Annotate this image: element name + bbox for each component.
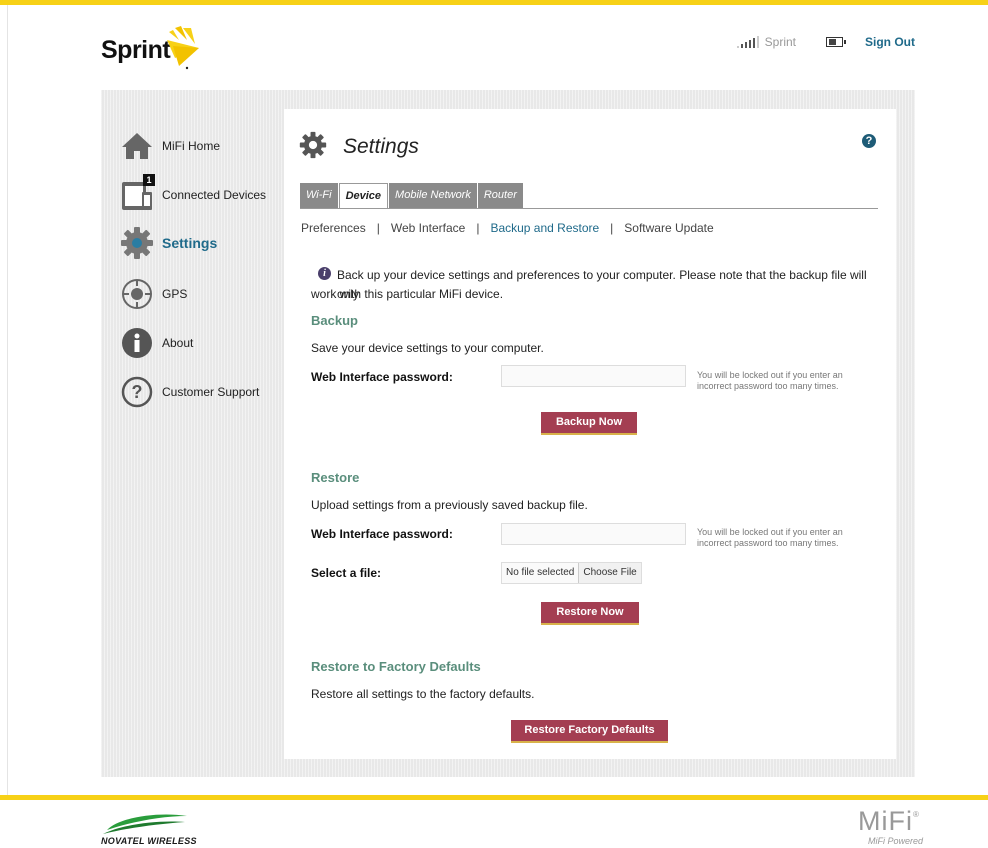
gear-icon (120, 226, 154, 260)
sidebar-item-label: Connected Devices (162, 188, 267, 202)
tab-router[interactable]: Router (477, 183, 523, 208)
file-picker[interactable]: No file selected Choose File (501, 562, 642, 584)
sidebar-item-about[interactable]: About (120, 326, 193, 360)
sprint-wing-icon (167, 26, 199, 70)
restore-lockout-note: You will be locked out if you enter an i… (697, 527, 843, 548)
mifi-powered-text: MiFi Powered (868, 836, 924, 846)
sprint-logo[interactable]: Sprint (101, 26, 221, 76)
factory-heading: Restore to Factory Defaults (311, 659, 481, 674)
file-status: No file selected (506, 567, 575, 578)
restore-password-label: Web Interface password: (311, 527, 453, 541)
battery-icon (826, 37, 846, 47)
devices-icon: 1 (120, 174, 155, 212)
sidebar-item-label: MiFi Home (162, 139, 221, 153)
backup-password-input[interactable] (501, 365, 686, 387)
sprint-logo-text: Sprint (101, 36, 171, 64)
subnav-preferences[interactable]: Preferences (301, 221, 366, 235)
svg-text:?: ? (132, 382, 143, 402)
factory-description: Restore all settings to the factory defa… (311, 687, 535, 701)
subnav-web-interface[interactable]: Web Interface (391, 221, 465, 235)
signal-strength-icon (736, 36, 759, 48)
info-icon (120, 326, 154, 360)
sidebar-item-label: Customer Support (162, 385, 260, 399)
settings-title-gear-icon (299, 131, 327, 159)
tab-mobile-network[interactable]: Mobile Network (389, 183, 477, 208)
sidebar-item-label: About (162, 336, 194, 350)
settings-tabs: Wi-Fi Device Mobile Network Router (300, 183, 524, 209)
sidebar-item-label: GPS (162, 287, 188, 301)
novatel-logo: NOVATEL WIRELESS (101, 810, 211, 848)
home-icon (120, 129, 154, 163)
backup-password-label: Web Interface password: (311, 370, 453, 384)
select-file-label: Select a file: (311, 566, 382, 580)
backup-lockout-note: You will be locked out if you enter an i… (697, 370, 843, 391)
info-circle-icon: i (318, 267, 331, 280)
sidebar-item-gps[interactable]: GPS (120, 277, 187, 311)
top-accent-bar (0, 0, 988, 5)
mifi-registered-mark: ® (912, 810, 920, 819)
restore-password-input[interactable] (501, 523, 686, 545)
header-status: Sprint Sign Out (736, 34, 915, 50)
subnav-separator: | (376, 221, 380, 235)
sidebar-item-mifi-home[interactable]: MiFi Home (120, 129, 220, 163)
sign-out-link[interactable]: Sign Out (865, 35, 915, 49)
subnav-backup-and-restore[interactable]: Backup and Restore (490, 221, 599, 235)
choose-file-button[interactable]: Choose File (578, 563, 641, 583)
info-message-line2: work with this particular MiFi device. (311, 287, 504, 301)
subnav-software-update[interactable]: Software Update (624, 221, 713, 235)
mifi-logo-text: MiFi (858, 806, 913, 836)
left-border-line (7, 5, 8, 795)
devices-count-badge: 1 (143, 174, 155, 186)
sidebar-item-connected-devices[interactable]: 1 Connected Devices (120, 174, 267, 212)
subnav-separator: | (610, 221, 614, 235)
backup-description: Save your device settings to your comput… (311, 341, 544, 355)
restore-now-button[interactable]: Restore Now (541, 602, 639, 625)
gps-icon (120, 277, 154, 311)
backup-now-button[interactable]: Backup Now (541, 412, 637, 435)
restore-description: Upload settings from a previously saved … (311, 498, 588, 512)
backup-heading: Backup (311, 313, 358, 328)
question-icon: ? (120, 375, 154, 409)
sidebar-item-settings[interactable]: Settings (120, 226, 217, 260)
carrier-name: Sprint (764, 35, 796, 49)
restore-heading: Restore (311, 470, 360, 485)
tab-device[interactable]: Device (338, 183, 389, 209)
novatel-swoosh-icon (103, 814, 187, 834)
help-icon[interactable]: ? (862, 134, 876, 148)
subnav-separator: | (476, 221, 480, 235)
restore-factory-defaults-button[interactable]: Restore Factory Defaults (511, 720, 668, 743)
bottom-accent-bar (0, 795, 988, 800)
device-subnav: Preferences | Web Interface | Backup and… (301, 221, 714, 235)
tab-underline (300, 208, 878, 209)
mifi-logo: MiFi® (858, 806, 920, 837)
tab-wifi[interactable]: Wi-Fi (300, 183, 338, 208)
page-title: Settings (343, 135, 419, 158)
sidebar-item-customer-support[interactable]: ? Customer Support (120, 375, 259, 409)
novatel-logo-text: NOVATEL WIRELESS (101, 836, 197, 846)
sidebar-item-label: Settings (162, 235, 218, 251)
